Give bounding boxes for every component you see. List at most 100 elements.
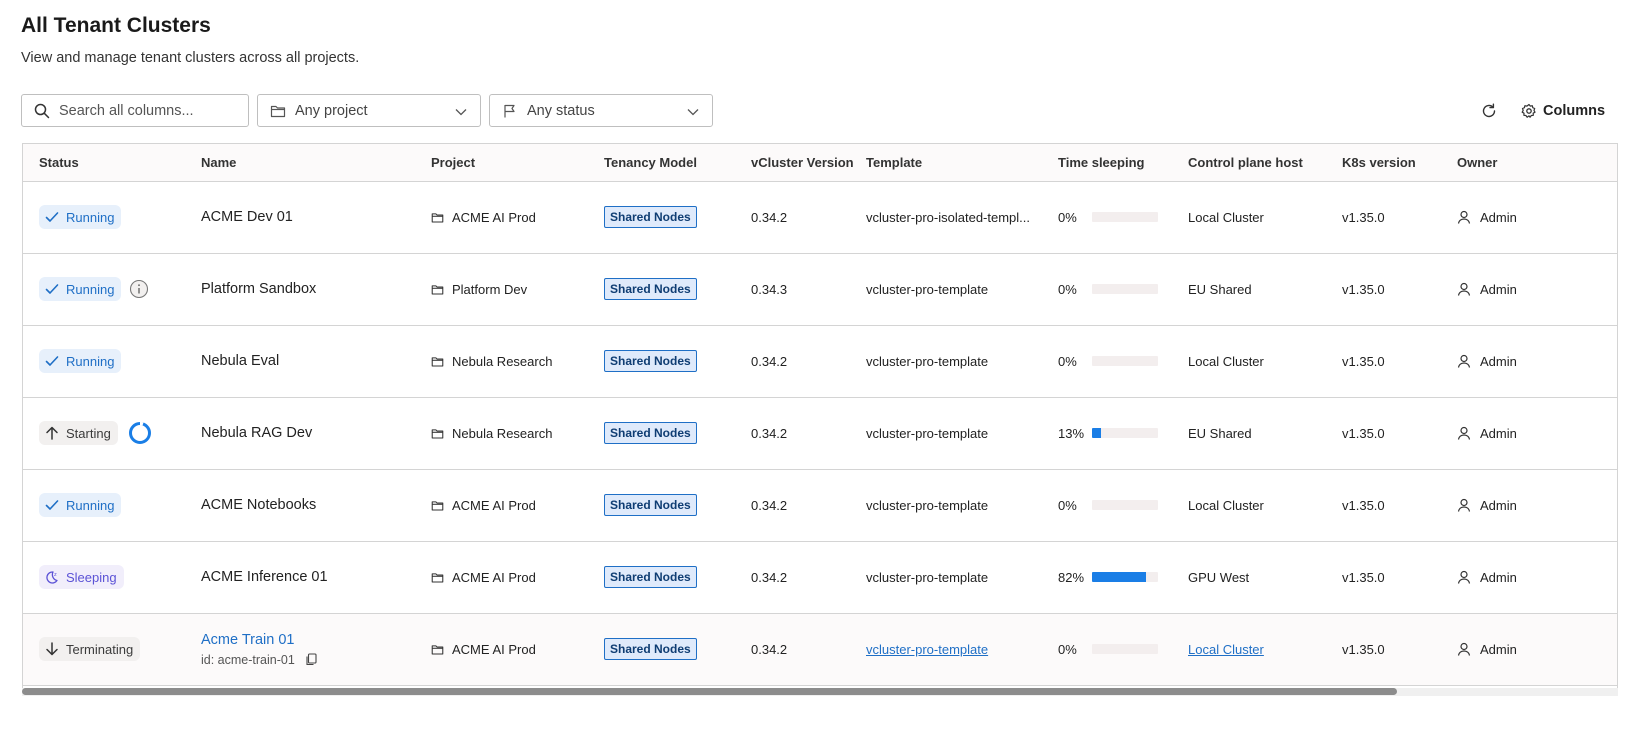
column-header-owner[interactable]: Owner	[1441, 144, 1617, 182]
sleep-progress-bar	[1092, 500, 1158, 510]
arrow-up-icon	[46, 426, 58, 440]
cluster-name[interactable]: Nebula Eval	[201, 353, 279, 369]
cluster-name-link[interactable]: Acme Train 01	[201, 632, 415, 648]
search-box[interactable]	[21, 94, 249, 127]
status-badge: Running	[39, 493, 122, 517]
check-icon	[45, 356, 59, 366]
tenancy-badge: Shared Nodes	[604, 278, 697, 300]
sleep-percent: 0%	[1058, 209, 1077, 225]
k8s-version: v1.35.0	[1342, 641, 1385, 657]
search-icon	[34, 103, 50, 118]
svg-text:z: z	[54, 572, 57, 578]
control-plane-host-link[interactable]: Local Cluster	[1188, 642, 1264, 657]
arrow-down-icon	[46, 642, 58, 656]
refresh-button[interactable]	[1477, 99, 1501, 123]
sleep-icon: z	[46, 571, 58, 584]
column-header-template[interactable]: Template	[850, 144, 1042, 182]
cluster-name[interactable]: Nebula RAG Dev	[201, 425, 312, 441]
template-link[interactable]: vcluster-pro-template	[866, 642, 988, 657]
control-plane-host: EU Shared	[1188, 425, 1252, 441]
k8s-version: v1.35.0	[1342, 281, 1385, 297]
folder-icon	[270, 105, 286, 117]
table-header-row: Status Name Project Tenancy Model vClust…	[23, 144, 1617, 182]
copy-icon[interactable]	[305, 653, 318, 666]
control-plane-host: Local Cluster	[1188, 497, 1264, 513]
table-row[interactable]: Running Platform Sandbox Platform Dev Sh…	[23, 253, 1617, 325]
sleep-progress-bar	[1092, 212, 1158, 222]
template-name: vcluster-pro-isolated-templ...	[866, 209, 1030, 225]
table-row[interactable]: Starting Nebula RAG Dev Nebula Research …	[23, 397, 1617, 469]
table-row[interactable]: Running ACME Notebooks ACME AI Prod Shar…	[23, 469, 1617, 541]
k8s-version: v1.35.0	[1342, 497, 1385, 513]
owner-name: Admin	[1480, 569, 1517, 585]
project-filter-select[interactable]: Any project	[257, 94, 481, 127]
user-icon	[1457, 570, 1471, 584]
status-badge: Running	[39, 349, 122, 373]
project-name: ACME AI Prod	[452, 209, 536, 225]
k8s-version: v1.35.0	[1342, 569, 1385, 585]
columns-label: Columns	[1543, 103, 1606, 119]
tenancy-badge: Shared Nodes	[604, 638, 697, 660]
column-header-project[interactable]: Project	[415, 144, 588, 182]
control-plane-host: Local Cluster	[1188, 209, 1264, 225]
vcluster-version: 0.34.2	[751, 353, 788, 369]
column-header-time-sleeping[interactable]: Time sleeping	[1042, 144, 1172, 182]
horizontal-scrollbar[interactable]	[22, 688, 1618, 696]
column-header-vcluster-version[interactable]: vCluster Version	[735, 144, 854, 182]
user-icon	[1457, 642, 1471, 656]
columns-button[interactable]: Columns	[1521, 94, 1605, 128]
search-input[interactable]	[59, 102, 239, 119]
column-header-k8s-version[interactable]: K8s version	[1326, 144, 1441, 182]
folder-icon	[431, 500, 444, 510]
tenancy-badge: Shared Nodes	[604, 494, 697, 516]
info-icon[interactable]	[129, 279, 149, 299]
folder-icon	[431, 356, 444, 366]
spinner-icon	[128, 421, 151, 444]
chevron-down-icon	[687, 109, 699, 116]
cluster-name[interactable]: ACME Dev 01	[201, 209, 293, 225]
project-filter-label: Any project	[295, 102, 368, 119]
cluster-name[interactable]: ACME Inference 01	[201, 569, 328, 585]
table-row[interactable]: z Sleeping ACME Inference 01 ACME AI Pro…	[23, 541, 1617, 613]
k8s-version: v1.35.0	[1342, 353, 1385, 369]
status-filter-select[interactable]: Any status	[489, 94, 713, 127]
sleep-progress-bar	[1092, 356, 1158, 366]
control-plane-host: EU Shared	[1188, 281, 1252, 297]
column-header-control-plane-host[interactable]: Control plane host	[1172, 144, 1326, 182]
folder-icon	[431, 428, 444, 438]
user-icon	[1457, 210, 1471, 224]
gear-icon	[1521, 103, 1536, 118]
flag-icon	[504, 104, 515, 117]
page-subtitle: View and manage tenant clusters across a…	[21, 50, 360, 66]
sleep-percent: 13%	[1058, 425, 1085, 441]
sleep-percent: 82%	[1058, 569, 1085, 585]
sleep-progress-bar	[1092, 572, 1158, 582]
page-title: All Tenant Clusters	[21, 14, 211, 37]
status-badge: Terminating	[39, 637, 141, 661]
tenancy-badge: Shared Nodes	[604, 422, 697, 444]
cluster-name[interactable]: Platform Sandbox	[201, 281, 316, 297]
column-header-name[interactable]: Name	[185, 144, 415, 182]
user-icon	[1457, 498, 1471, 512]
cluster-name[interactable]: ACME Notebooks	[201, 497, 316, 513]
status-filter-label: Any status	[527, 102, 595, 119]
table-row[interactable]: Terminating Acme Train 01 id: acme-train…	[23, 613, 1617, 685]
table-row[interactable]: Running Nebula Eval Nebula Research Shar…	[23, 325, 1617, 397]
owner-name: Admin	[1480, 353, 1517, 369]
status-badge: Starting	[39, 421, 118, 445]
template-name: vcluster-pro-template	[866, 281, 989, 297]
project-name: Nebula Research	[452, 353, 553, 369]
folder-icon	[431, 212, 444, 222]
k8s-version: v1.35.0	[1342, 209, 1385, 225]
sleep-progress-fill	[1092, 572, 1147, 582]
toolbar: Any project Any status Columns	[21, 94, 1617, 128]
column-header-status[interactable]: Status	[23, 144, 185, 182]
user-icon	[1457, 282, 1471, 296]
sleep-percent: 0%	[1058, 353, 1077, 369]
status-badge: Running	[39, 277, 122, 301]
column-header-tenancy-model[interactable]: Tenancy Model	[588, 144, 735, 182]
scrollbar-thumb[interactable]	[22, 688, 1397, 695]
check-icon	[45, 500, 59, 510]
folder-icon	[431, 284, 444, 294]
table-row[interactable]: Running ACME Dev 01 ACME AI Prod Shared …	[23, 181, 1617, 253]
